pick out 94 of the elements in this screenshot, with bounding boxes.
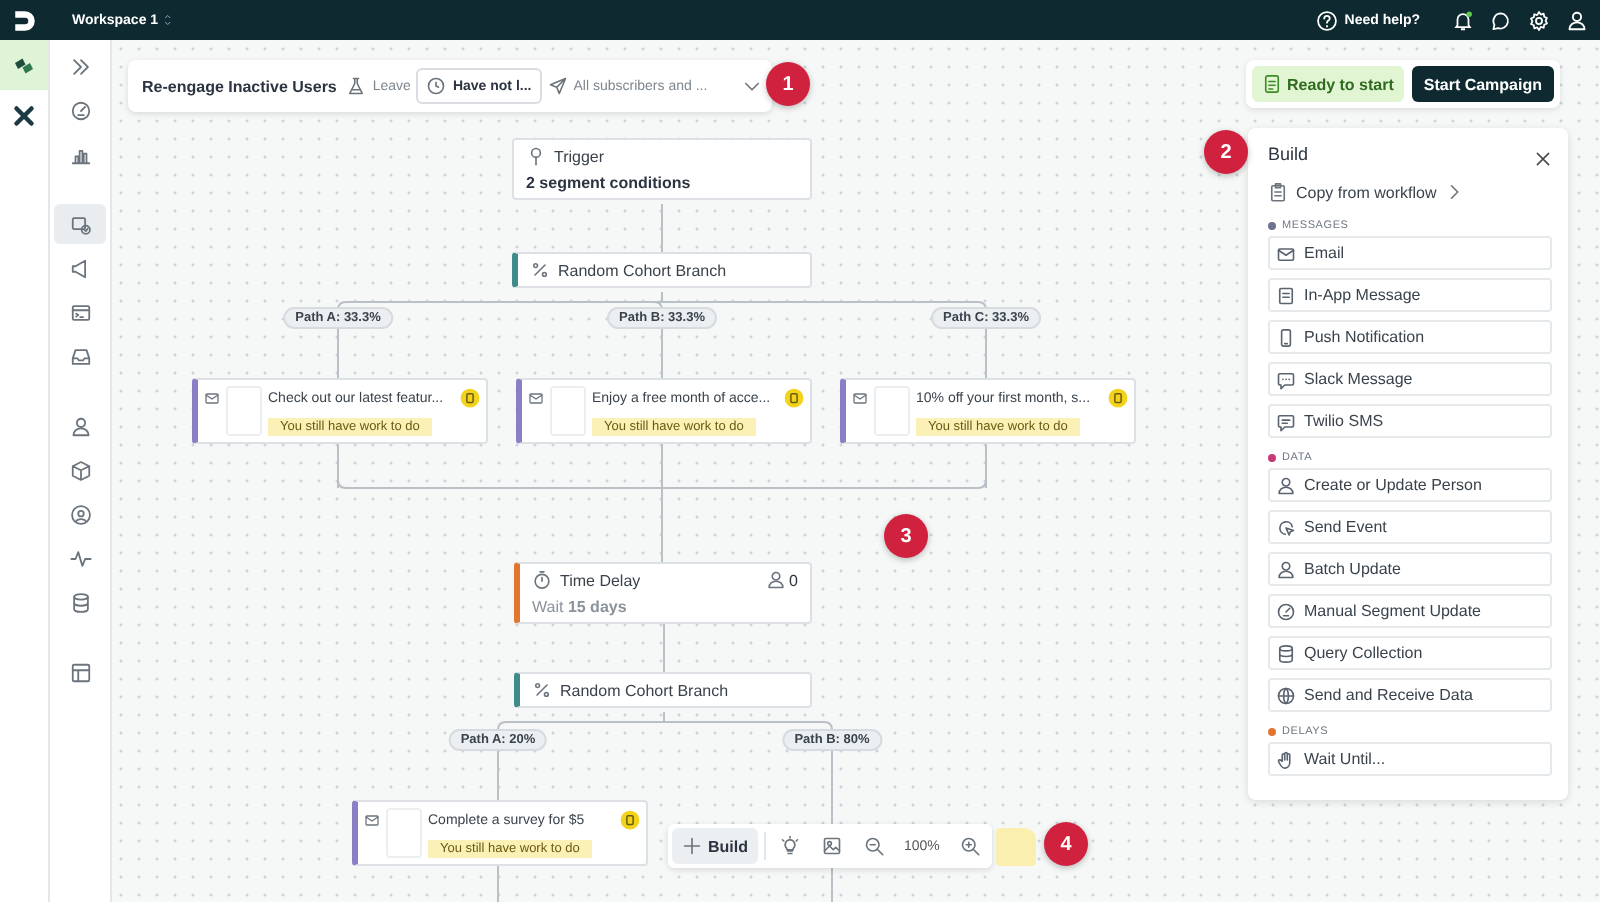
- inbox-icon[interactable]: [69, 345, 91, 367]
- activity-icon[interactable]: [69, 547, 91, 569]
- branch-node[interactable]: Random Cohort Branch: [512, 252, 812, 288]
- image-icon: [822, 836, 842, 856]
- flask-icon: [346, 76, 367, 96]
- connector-line: [663, 623, 665, 673]
- bulb-icon: [780, 836, 800, 856]
- node-title: Time Delay: [560, 571, 641, 589]
- envelope-icon: [204, 390, 220, 406]
- panel-title: Build: [1268, 144, 1309, 164]
- account-icon[interactable]: [69, 503, 91, 525]
- sms-icon: [1276, 411, 1296, 431]
- settings-icon[interactable]: [1528, 9, 1550, 31]
- build-button[interactable]: Build: [672, 828, 758, 864]
- build-item[interactable]: Send and Receive Data: [1268, 678, 1552, 712]
- pin-icon: [526, 146, 546, 166]
- person-icon: [1276, 475, 1296, 495]
- logo-icon[interactable]: [12, 7, 38, 33]
- megaphone-icon[interactable]: [69, 257, 91, 279]
- build-item[interactable]: Send Event: [1268, 510, 1552, 544]
- callout-badge: 1: [766, 62, 810, 106]
- help-icon: [1316, 9, 1339, 31]
- zoom-in-icon: [959, 836, 980, 856]
- callout-badge: 2: [1204, 130, 1248, 174]
- send-icon: [547, 76, 568, 96]
- build-item[interactable]: Push Notification: [1268, 320, 1552, 354]
- database-icon: [1276, 643, 1296, 663]
- app-logo-icon[interactable]: [12, 53, 36, 77]
- build-item[interactable]: Email: [1268, 236, 1552, 270]
- node-title: Trigger: [554, 147, 605, 165]
- campaign-icon[interactable]: [69, 213, 91, 235]
- delay-node[interactable]: Time Delay 0 Wait 15 days: [514, 562, 812, 624]
- close-icon[interactable]: [1533, 150, 1551, 168]
- callout-badge: 4: [1044, 822, 1088, 866]
- timer-icon: [532, 570, 552, 590]
- percent-icon: [530, 260, 550, 280]
- dashboard-icon[interactable]: [69, 99, 91, 121]
- build-item[interactable]: Slack Message: [1268, 362, 1552, 396]
- build-item[interactable]: Create or Update Person: [1268, 468, 1552, 502]
- envelope-icon: [1276, 243, 1296, 263]
- node-title: Random Cohort Branch: [558, 261, 727, 279]
- campaign-title: Re-engage Inactive Users: [142, 77, 337, 95]
- expand-icon[interactable]: [69, 55, 91, 77]
- document-icon: [1261, 74, 1282, 94]
- database-icon[interactable]: [69, 591, 91, 613]
- build-item[interactable]: Batch Update: [1268, 552, 1552, 586]
- draft-icon: [460, 388, 480, 408]
- callout-badge: 3: [884, 514, 928, 558]
- envelope-icon: [528, 390, 544, 406]
- terminal-icon[interactable]: [69, 301, 91, 323]
- nav-item[interactable]: [54, 204, 106, 244]
- gauge-icon: [1276, 601, 1296, 621]
- plus-icon: [682, 836, 702, 856]
- draft-icon: [620, 810, 640, 830]
- draft-icon: [784, 388, 804, 408]
- updown-icon: [164, 12, 177, 28]
- build-item[interactable]: Query Collection: [1268, 636, 1552, 670]
- copy-from-workflow-link[interactable]: Copy from workflow: [1268, 182, 1552, 202]
- trigger-node[interactable]: Trigger 2 segment conditions: [512, 138, 812, 200]
- clipboard-icon: [1268, 182, 1288, 202]
- chat-icon[interactable]: [1490, 9, 1512, 31]
- build-item[interactable]: Manual Segment Update: [1268, 594, 1552, 628]
- user-icon[interactable]: [1566, 9, 1588, 31]
- globe-icon: [1276, 685, 1296, 705]
- cube-icon[interactable]: [69, 459, 91, 481]
- node-title: Random Cohort Branch: [560, 681, 729, 699]
- envelope-icon: [364, 812, 380, 828]
- clock-icon: [426, 76, 447, 96]
- build-item[interactable]: Twilio SMS: [1268, 404, 1552, 438]
- ready-status: Ready to start: [1251, 66, 1404, 102]
- table-icon[interactable]: [69, 661, 91, 683]
- envelope-icon: [852, 390, 868, 406]
- connector-line: [497, 865, 499, 902]
- hand-icon: [1276, 749, 1296, 769]
- connector-line: [661, 203, 663, 253]
- zoom-out-icon: [864, 836, 884, 856]
- person-icon: [1276, 559, 1296, 579]
- cross-icon[interactable]: [12, 103, 36, 127]
- build-item[interactable]: In-App Message: [1268, 278, 1552, 312]
- percent-icon: [532, 680, 552, 700]
- build-item[interactable]: Wait Until...: [1268, 742, 1552, 776]
- start-campaign-button[interactable]: Start Campaign: [1411, 66, 1554, 102]
- panel-icon: [1276, 285, 1296, 305]
- node-detail: 2 segment conditions: [526, 174, 693, 192]
- people-count: 0: [789, 571, 798, 589]
- person-icon[interactable]: [69, 415, 91, 437]
- phone-icon: [1276, 327, 1296, 347]
- bell-icon[interactable]: [1452, 9, 1474, 31]
- person-icon: [765, 570, 786, 590]
- cursor-icon: [1276, 517, 1296, 537]
- chat-icon: [1276, 369, 1296, 389]
- node-detail: Wait 15 days: [532, 598, 629, 616]
- draft-icon: [1108, 388, 1128, 408]
- branch-node[interactable]: Random Cohort Branch: [514, 672, 812, 708]
